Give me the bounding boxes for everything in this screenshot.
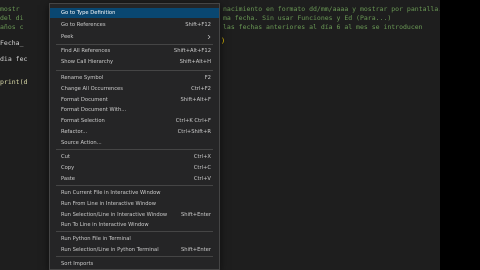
menu-item-change-all-occurrences[interactable]: Change All Occurrences Ctrl+F2 <box>50 84 219 94</box>
menu-item-run-current-file-interactive[interactable]: Run Current File in Interactive Window <box>50 188 219 198</box>
menu-separator <box>56 70 213 71</box>
menu-item-cut[interactable]: Cut Ctrl+X <box>50 152 219 162</box>
bracket-highlight: ) <box>221 37 226 45</box>
menu-item-format-document-with[interactable]: Format Document With... <box>50 105 219 115</box>
code-text: dia fec <box>0 55 28 63</box>
menu-item-format-document[interactable]: Format Document Shift+Alt+F <box>50 95 219 105</box>
menu-item-source-action[interactable]: Source Action... <box>50 138 219 148</box>
menu-item-peek[interactable]: Peek <box>50 32 219 42</box>
menu-item-run-from-line-interactive[interactable]: Run From Line in Interactive Window <box>50 199 219 209</box>
menu-separator <box>56 149 213 150</box>
menu-item-run-to-line-interactive[interactable]: Run To Line in Interactive Window <box>50 220 219 230</box>
menu-item-run-selection-interactive[interactable]: Run Selection/Line in Interactive Window… <box>50 210 219 220</box>
menu-separator <box>56 231 213 232</box>
menu-item-copy[interactable]: Copy Ctrl+C <box>50 163 219 173</box>
menu-separator <box>56 44 213 45</box>
menu-item-refactor[interactable]: Refactor... Ctrl+Shift+R <box>50 127 219 137</box>
code-text: años c <box>0 23 24 31</box>
chevron-right-icon <box>207 35 211 39</box>
context-menu: Go to Type Definition Go to References S… <box>49 3 220 270</box>
menu-item-go-to-type-definition[interactable]: Go to Type Definition <box>50 8 219 18</box>
menu-separator <box>56 185 213 186</box>
menu-item-run-selection-python-terminal[interactable]: Run Selection/Line in Python Terminal Sh… <box>50 245 219 255</box>
menu-item-rename-symbol[interactable]: Rename Symbol F2 <box>50 73 219 83</box>
window-edge <box>440 0 480 270</box>
menu-item-find-all-references[interactable]: Find All References Shift+Alt+F12 <box>50 46 219 56</box>
menu-item-paste[interactable]: Paste Ctrl+V <box>50 174 219 184</box>
menu-item-sort-imports[interactable]: Sort Imports <box>50 259 219 269</box>
menu-item-show-call-hierarchy[interactable]: Show Call Hierarchy Shift+Alt+H <box>50 57 219 67</box>
code-text: print(d <box>0 78 28 86</box>
code-text: Fecha_ <box>0 39 24 47</box>
menu-item-format-selection[interactable]: Format Selection Ctrl+K Ctrl+F <box>50 116 219 126</box>
code-comment: las fechas anteriores al día 6 al mes se… <box>223 23 423 31</box>
menu-separator <box>56 256 213 257</box>
menu-item-go-to-references[interactable]: Go to References Shift+F12 <box>50 20 219 30</box>
menu-item-run-python-file-terminal[interactable]: Run Python File in Terminal <box>50 234 219 244</box>
